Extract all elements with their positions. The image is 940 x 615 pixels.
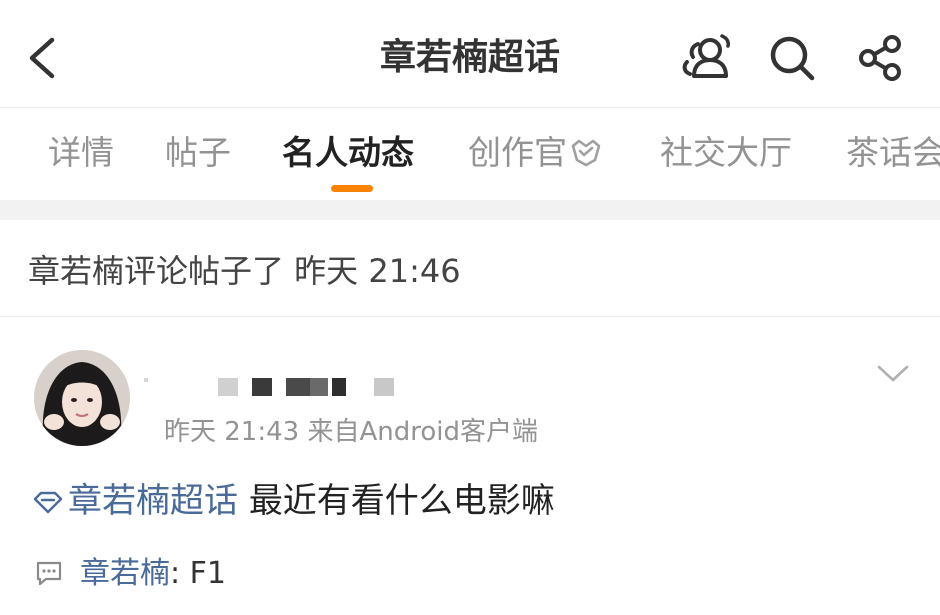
tab-creator-label: 创作官 xyxy=(468,133,567,172)
post-content: 章若楠超话 最近有看什么电影嘛 xyxy=(32,476,555,526)
topic-link[interactable]: 章若楠超话 xyxy=(32,481,238,521)
followers-icon[interactable] xyxy=(680,30,736,86)
tab-posts[interactable]: 帖子 xyxy=(165,130,231,176)
topic-link-label: 章若楠超话 xyxy=(68,481,238,521)
section-divider xyxy=(0,200,940,220)
avatar-image xyxy=(34,350,130,446)
comment-row[interactable]: 章若楠: F1 xyxy=(34,552,226,596)
tab-details[interactable]: 详情 xyxy=(48,130,114,176)
chevron-down-icon[interactable] xyxy=(876,360,910,386)
share-icon[interactable] xyxy=(852,30,908,86)
diamond-icon xyxy=(33,491,63,514)
tab-tea-party[interactable]: 茶话会 xyxy=(846,130,940,176)
comment-separator: : xyxy=(170,556,190,591)
top-navigation-bar: 章若楠超话 xyxy=(0,0,940,108)
comment-icon xyxy=(36,561,62,586)
tab-social-hall[interactable]: 社交大厅 xyxy=(660,130,792,176)
search-icon[interactable] xyxy=(764,30,820,86)
comment-author[interactable]: 章若楠 xyxy=(80,556,170,591)
avatar[interactable] xyxy=(34,350,130,446)
comment-text: F1 xyxy=(189,556,226,591)
divider xyxy=(0,316,940,317)
creator-badge-icon xyxy=(571,139,601,167)
active-tab-indicator xyxy=(331,185,373,192)
blurred-username[interactable] xyxy=(140,376,400,398)
activity-headline: 章若楠评论帖子了 昨天 21:46 xyxy=(28,252,461,290)
tab-creator[interactable]: 创作官 xyxy=(468,130,603,176)
tab-celebrity-updates[interactable]: 名人动态 xyxy=(282,130,414,176)
post-text: 最近有看什么电影嘛 xyxy=(248,481,555,521)
tab-bar: 详情 帖子 名人动态 创作官 社交大厅 茶话会 xyxy=(0,108,940,200)
post-meta: 昨天 21:43 来自Android客户端 xyxy=(164,417,538,447)
